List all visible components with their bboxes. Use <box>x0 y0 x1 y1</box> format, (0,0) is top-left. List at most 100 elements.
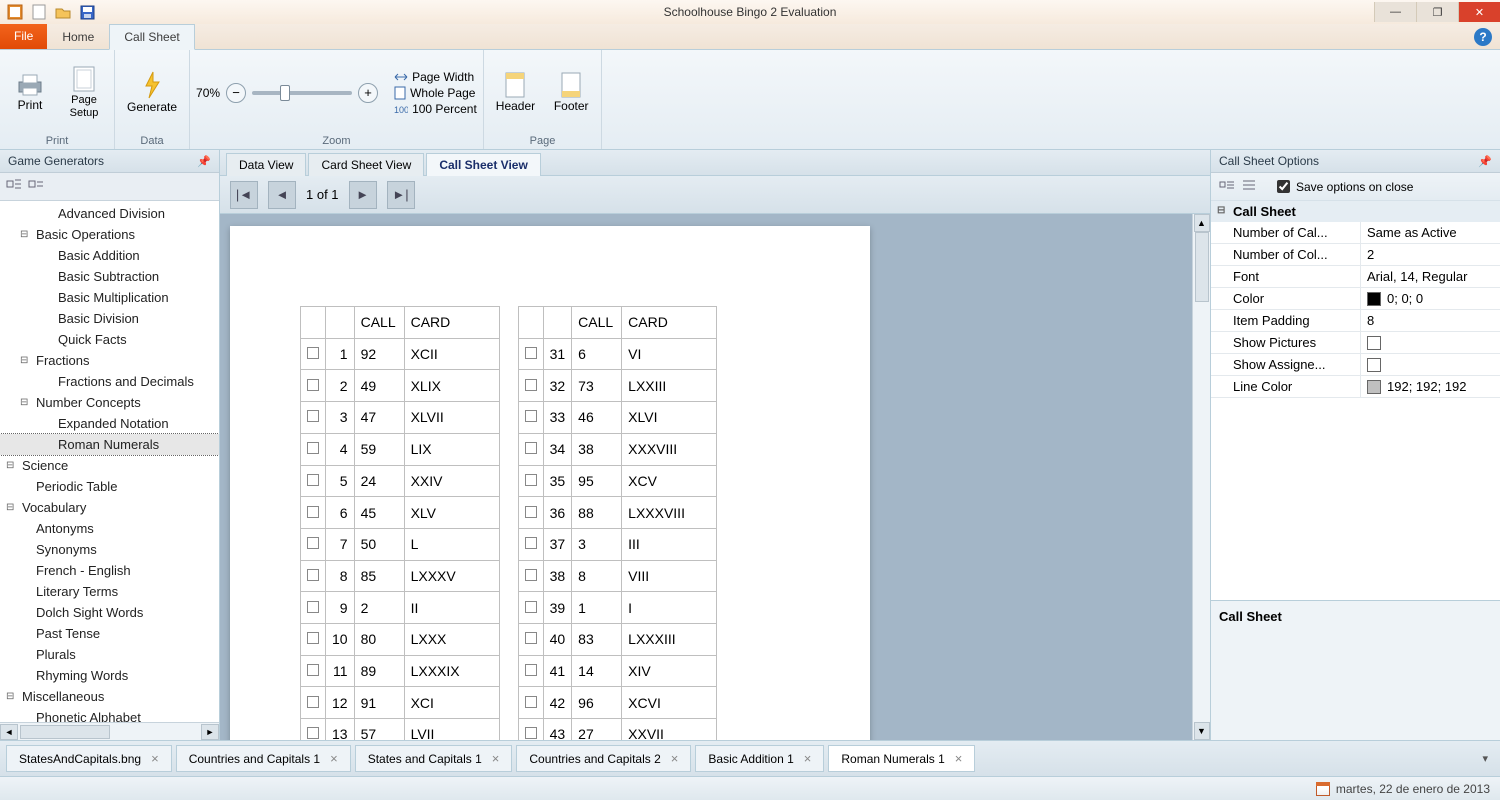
help-icon[interactable]: ? <box>1474 28 1492 46</box>
tree-node[interactable]: Fractions and Decimals <box>0 371 219 392</box>
row-checkbox[interactable] <box>525 347 537 359</box>
property-row[interactable]: Number of Col...2 <box>1211 244 1500 266</box>
document-tab[interactable]: Countries and Capitals 1× <box>176 745 351 772</box>
property-row[interactable]: Line Color192; 192; 192 <box>1211 376 1500 398</box>
tab-call-sheet-view[interactable]: Call Sheet View <box>426 153 540 176</box>
tree-node[interactable]: Basic Multiplication <box>0 287 219 308</box>
tree-node[interactable]: Roman Numerals <box>0 434 219 455</box>
row-checkbox[interactable] <box>525 442 537 454</box>
tree-node[interactable]: Dolch Sight Words <box>0 602 219 623</box>
qat-new-icon[interactable] <box>30 3 48 21</box>
row-checkbox[interactable] <box>307 537 319 549</box>
zoom-page-width[interactable]: Page Width <box>394 70 477 84</box>
zoom-slider[interactable] <box>252 91 352 95</box>
property-row[interactable]: FontArial, 14, Regular <box>1211 266 1500 288</box>
row-checkbox[interactable] <box>307 347 319 359</box>
generate-button[interactable]: Generate <box>121 69 183 116</box>
tree-node[interactable]: Phonetic Alphabet <box>0 707 219 722</box>
document-tab[interactable]: Countries and Capitals 2× <box>516 745 691 772</box>
row-checkbox[interactable] <box>307 727 319 739</box>
property-row[interactable]: Item Padding8 <box>1211 310 1500 332</box>
tree-node[interactable]: Antonyms <box>0 518 219 539</box>
tree-node[interactable]: Fractions <box>0 350 219 371</box>
alphabetize-icon[interactable] <box>1241 178 1257 195</box>
qat-open-icon[interactable] <box>54 3 72 21</box>
zoom-out-button[interactable]: − <box>226 83 246 103</box>
print-button[interactable]: Print <box>6 71 54 114</box>
tree-node[interactable]: Advanced Division <box>0 203 219 224</box>
row-checkbox[interactable] <box>307 474 319 486</box>
tree-node[interactable]: Number Concepts <box>0 392 219 413</box>
pin-icon[interactable]: 📌 <box>197 155 211 168</box>
property-grid[interactable]: Call SheetNumber of Cal...Same as Active… <box>1211 201 1500 600</box>
property-checkbox[interactable] <box>1367 336 1381 350</box>
row-checkbox[interactable] <box>307 632 319 644</box>
tree-node[interactable]: Rhyming Words <box>0 665 219 686</box>
expand-all-icon[interactable] <box>6 177 22 196</box>
property-row[interactable]: Color0; 0; 0 <box>1211 288 1500 310</box>
tree-node[interactable]: Vocabulary <box>0 497 219 518</box>
header-button[interactable]: Header <box>490 70 541 115</box>
row-checkbox[interactable] <box>307 379 319 391</box>
document-tab[interactable]: StatesAndCapitals.bng× <box>6 745 172 772</box>
property-checkbox[interactable] <box>1367 358 1381 372</box>
tab-card-sheet-view[interactable]: Card Sheet View <box>308 153 424 176</box>
close-tab-icon[interactable]: × <box>671 751 679 766</box>
close-button[interactable]: ✕ <box>1458 2 1500 22</box>
document-tab[interactable]: States and Capitals 1× <box>355 745 513 772</box>
row-checkbox[interactable] <box>525 664 537 676</box>
close-tab-icon[interactable]: × <box>151 751 159 766</box>
prev-page-button[interactable]: ◄ <box>268 181 296 209</box>
row-checkbox[interactable] <box>525 474 537 486</box>
tree-node[interactable]: Basic Addition <box>0 245 219 266</box>
row-checkbox[interactable] <box>525 632 537 644</box>
first-page-button[interactable]: |◄ <box>230 181 258 209</box>
zoom-100-percent[interactable]: 100100 Percent <box>394 102 477 116</box>
close-tab-icon[interactable]: × <box>492 751 500 766</box>
tree-node[interactable]: Plurals <box>0 644 219 665</box>
tree-node[interactable]: Quick Facts <box>0 329 219 350</box>
zoom-in-button[interactable]: + <box>358 83 378 103</box>
row-checkbox[interactable] <box>525 601 537 613</box>
file-tab[interactable]: File <box>0 23 47 49</box>
last-page-button[interactable]: ►| <box>387 181 415 209</box>
row-checkbox[interactable] <box>525 379 537 391</box>
row-checkbox[interactable] <box>525 410 537 422</box>
row-checkbox[interactable] <box>525 537 537 549</box>
callsheet-tab[interactable]: Call Sheet <box>109 24 194 50</box>
next-page-button[interactable]: ► <box>349 181 377 209</box>
tree-node[interactable]: Basic Division <box>0 308 219 329</box>
minimize-button[interactable]: — <box>1374 2 1416 22</box>
row-checkbox[interactable] <box>525 506 537 518</box>
tree-node[interactable]: French - English <box>0 560 219 581</box>
zoom-whole-page[interactable]: Whole Page <box>394 86 477 100</box>
tree-node[interactable]: Expanded Notation <box>0 413 219 434</box>
property-row[interactable]: Number of Cal...Same as Active <box>1211 222 1500 244</box>
close-tab-icon[interactable]: × <box>330 751 338 766</box>
scroll-down-icon[interactable]: ▼ <box>1194 722 1210 740</box>
tree-node[interactable]: Basic Subtraction <box>0 266 219 287</box>
property-row[interactable]: Show Assigne... <box>1211 354 1500 376</box>
row-checkbox[interactable] <box>525 696 537 708</box>
vscroll-thumb[interactable] <box>1195 232 1209 302</box>
qat-save-icon[interactable] <box>78 3 96 21</box>
zoom-slider-thumb[interactable] <box>280 85 290 101</box>
row-checkbox[interactable] <box>525 727 537 739</box>
close-tab-icon[interactable]: × <box>804 751 812 766</box>
document-tab[interactable]: Roman Numerals 1× <box>828 745 975 772</box>
scroll-left-icon[interactable]: ◄ <box>0 724 18 740</box>
row-checkbox[interactable] <box>525 569 537 581</box>
row-checkbox[interactable] <box>307 696 319 708</box>
footer-button[interactable]: Footer <box>547 70 595 115</box>
options-pin-icon[interactable]: 📌 <box>1478 155 1492 168</box>
collapse-all-icon[interactable] <box>28 177 44 196</box>
tree-horizontal-scrollbar[interactable]: ◄ ► <box>0 722 219 740</box>
scroll-up-icon[interactable]: ▲ <box>1194 214 1210 232</box>
row-checkbox[interactable] <box>307 442 319 454</box>
property-row[interactable]: Show Pictures <box>1211 332 1500 354</box>
canvas-vertical-scrollbar[interactable]: ▲ ▼ <box>1192 214 1210 740</box>
document-tab[interactable]: Basic Addition 1× <box>695 745 824 772</box>
tabs-overflow-icon[interactable]: ▾ <box>1476 752 1494 765</box>
page-setup-button[interactable]: Page Setup <box>60 64 108 120</box>
tree-node[interactable]: Periodic Table <box>0 476 219 497</box>
